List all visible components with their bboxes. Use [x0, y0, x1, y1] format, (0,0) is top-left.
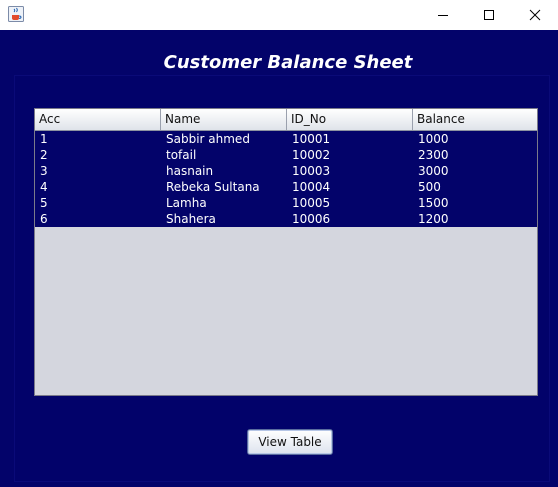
cell-acc[interactable]: 1	[35, 131, 161, 147]
cell-name[interactable]: Sabbir ahmed	[161, 131, 287, 147]
table-row[interactable]: 3 hasnain 10003 3000	[35, 163, 537, 179]
cell-id-no[interactable]: 10002	[287, 147, 413, 163]
close-icon	[529, 9, 541, 21]
close-button[interactable]	[512, 0, 558, 30]
cell-id-no[interactable]: 10006	[287, 211, 413, 227]
maximize-icon	[484, 10, 494, 20]
cell-balance[interactable]: 1500	[413, 195, 537, 211]
cell-balance[interactable]: 3000	[413, 163, 537, 179]
cell-name[interactable]: Rebeka Sultana	[161, 179, 287, 195]
table-row[interactable]: 2 tofail 10002 2300	[35, 147, 537, 163]
cell-balance[interactable]: 1000	[413, 131, 537, 147]
column-header-acc[interactable]: Acc	[35, 109, 161, 130]
cell-id-no[interactable]: 10003	[287, 163, 413, 179]
cell-balance[interactable]: 500	[413, 179, 537, 195]
content-pane: Customer Balance Sheet Acc Name ID_No Ba…	[0, 30, 558, 487]
cell-balance[interactable]: 2300	[413, 147, 537, 163]
page-title: Customer Balance Sheet	[163, 52, 413, 73]
minimize-icon	[438, 15, 448, 16]
column-header-name[interactable]: Name	[161, 109, 287, 130]
cell-id-no[interactable]: 10005	[287, 195, 413, 211]
cell-id-no[interactable]: 10001	[287, 131, 413, 147]
cell-name[interactable]: Lamha	[161, 195, 287, 211]
title-bar[interactable]	[0, 0, 558, 30]
cell-acc[interactable]: 2	[35, 147, 161, 163]
cell-id-no[interactable]: 10004	[287, 179, 413, 195]
app-window: Customer Balance Sheet Acc Name ID_No Ba…	[0, 0, 558, 487]
cell-acc[interactable]: 4	[35, 179, 161, 195]
cell-name[interactable]: Shahera	[161, 211, 287, 227]
cell-acc[interactable]: 3	[35, 163, 161, 179]
column-header-balance[interactable]: Balance	[413, 109, 537, 130]
cell-acc[interactable]: 5	[35, 195, 161, 211]
table-body: 1 Sabbir ahmed 10001 1000 2 tofail 10002…	[35, 131, 537, 227]
table-header: Acc Name ID_No Balance	[35, 109, 537, 131]
table-row[interactable]: 1 Sabbir ahmed 10001 1000	[35, 131, 537, 147]
view-table-button[interactable]: View Table	[247, 429, 333, 455]
minimize-button[interactable]	[420, 0, 466, 30]
cell-name[interactable]: hasnain	[161, 163, 287, 179]
java-cup-icon	[8, 6, 24, 22]
table-scroll-pane[interactable]: Acc Name ID_No Balance 1 Sabbir ahmed 10…	[34, 108, 538, 396]
table-row[interactable]: 5 Lamha 10005 1500	[35, 195, 537, 211]
table-row[interactable]: 4 Rebeka Sultana 10004 500	[35, 179, 537, 195]
column-header-id-no[interactable]: ID_No	[287, 109, 413, 130]
maximize-button[interactable]	[466, 0, 512, 30]
table-row[interactable]: 6 Shahera 10006 1200	[35, 211, 537, 227]
cell-name[interactable]: tofail	[161, 147, 287, 163]
cell-balance[interactable]: 1200	[413, 211, 537, 227]
cell-acc[interactable]: 6	[35, 211, 161, 227]
